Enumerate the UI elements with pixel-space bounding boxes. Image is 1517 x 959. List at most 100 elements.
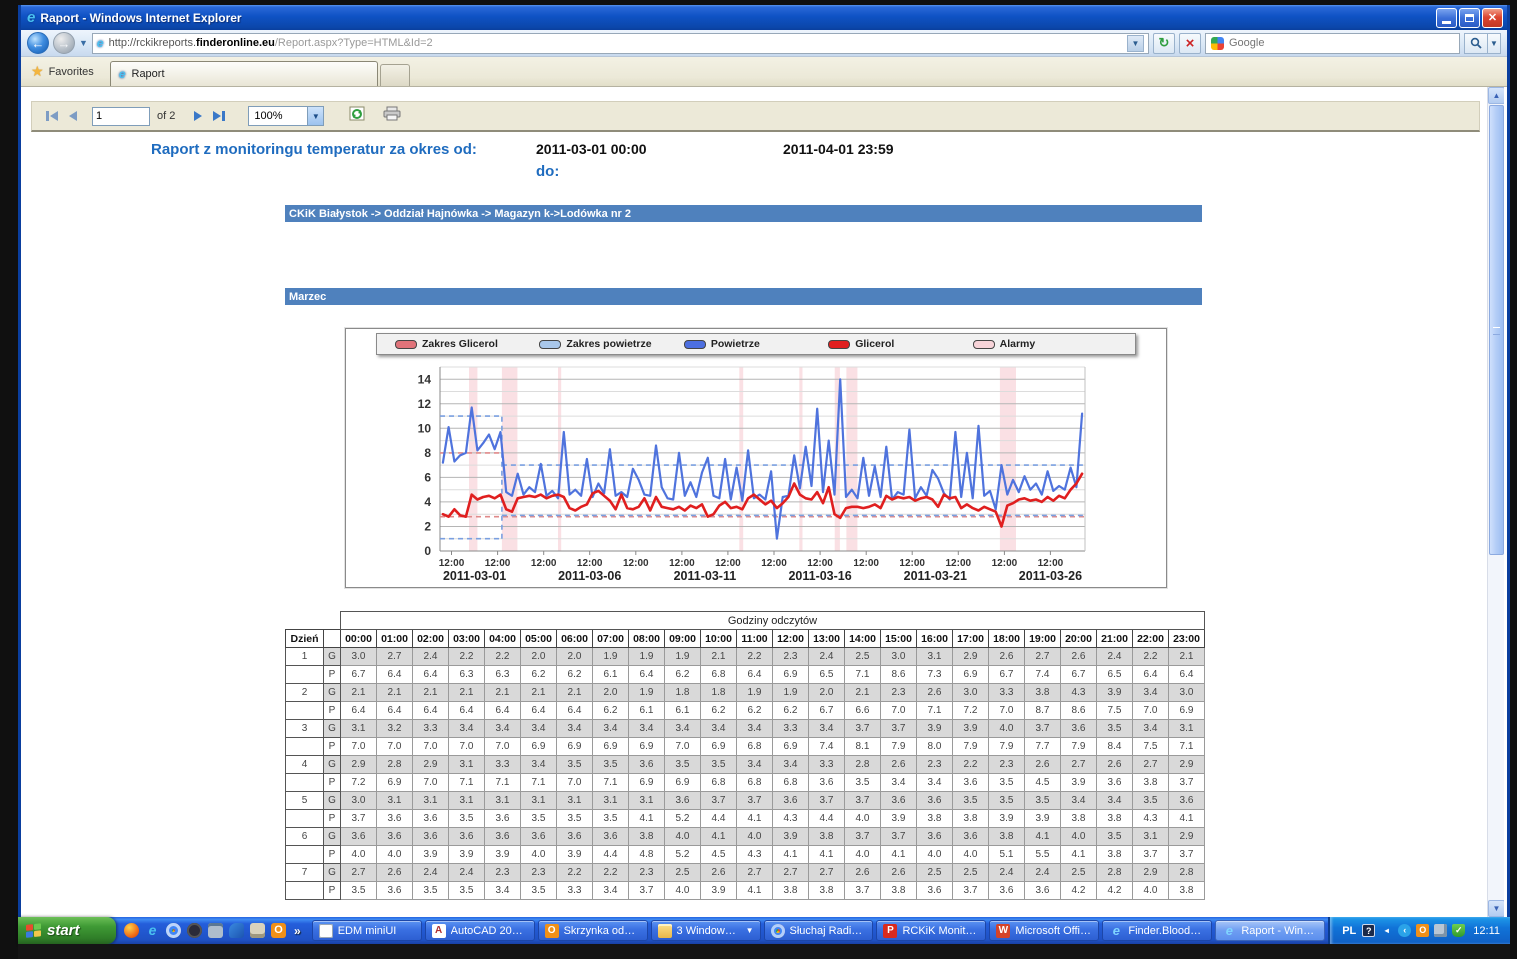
table-row-g: 7G2.72.62.42.42.32.32.22.22.32.52.62.72.… bbox=[286, 864, 1205, 882]
value-cell: 6.2 bbox=[593, 702, 629, 720]
outlook-icon[interactable]: O bbox=[271, 923, 286, 938]
tab-raport[interactable]: e Raport bbox=[110, 61, 378, 86]
scroll-up-icon[interactable]: ▲ bbox=[1488, 87, 1504, 104]
value-cell: 3.3 bbox=[485, 756, 521, 774]
close-button[interactable]: ✕ bbox=[1482, 8, 1503, 28]
value-cell: 3.6 bbox=[809, 774, 845, 792]
value-cell: 2.1 bbox=[413, 684, 449, 702]
history-chevron-icon[interactable]: ▼ bbox=[79, 38, 88, 48]
search-input[interactable] bbox=[1229, 37, 1454, 49]
taskbar-task[interactable]: PRCKiK Monitori... bbox=[876, 920, 986, 941]
title-bar[interactable]: e Raport - Windows Internet Explorer ✕ bbox=[21, 5, 1507, 30]
value-cell: 3.5 bbox=[1133, 792, 1169, 810]
page-number-input[interactable] bbox=[92, 107, 150, 126]
back-button[interactable]: ← bbox=[27, 32, 49, 54]
value-cell: 3.1 bbox=[485, 792, 521, 810]
security-shield-icon[interactable]: ✓ bbox=[1452, 924, 1465, 937]
value-cell: 3.1 bbox=[341, 720, 377, 738]
scrollbar-thumb[interactable] bbox=[1489, 105, 1504, 555]
print-button[interactable] bbox=[383, 106, 401, 126]
messenger-icon[interactable]: ‹ bbox=[1398, 924, 1411, 937]
value-cell: 3.4 bbox=[737, 720, 773, 738]
value-cell: 6.3 bbox=[449, 666, 485, 684]
value-cell: 4.1 bbox=[809, 846, 845, 864]
svg-text:2011-03-16: 2011-03-16 bbox=[788, 569, 851, 583]
hour-header: 15:00 bbox=[881, 630, 917, 648]
value-cell: 2.9 bbox=[1169, 756, 1205, 774]
quick-launch-overflow-chevron[interactable]: » bbox=[294, 924, 301, 938]
forward-button[interactable]: → bbox=[53, 32, 75, 54]
new-tab-stub[interactable] bbox=[380, 64, 410, 86]
minimize-button[interactable] bbox=[1436, 8, 1457, 28]
value-cell: 7.0 bbox=[1133, 702, 1169, 720]
taskbar-task[interactable]: WMicrosoft Offic... bbox=[989, 920, 1099, 941]
value-cell: 3.4 bbox=[449, 720, 485, 738]
value-cell: 3.8 bbox=[1097, 846, 1133, 864]
scroll-down-icon[interactable]: ▼ bbox=[1488, 900, 1504, 917]
internet-explorer-icon[interactable]: e bbox=[145, 923, 160, 938]
vertical-scrollbar[interactable]: ▲ ▼ bbox=[1487, 87, 1504, 917]
value-cell: 6.8 bbox=[701, 666, 737, 684]
value-cell: 4.1 bbox=[1061, 846, 1097, 864]
value-cell: 4.0 bbox=[845, 810, 881, 828]
hide-icons-icon[interactable]: ◂ bbox=[1380, 924, 1393, 937]
report-date-from: 2011-03-01 00:00 bbox=[536, 141, 647, 157]
value-cell: 3.4 bbox=[1061, 792, 1097, 810]
network-icon[interactable] bbox=[1434, 924, 1447, 937]
value-cell: 3.4 bbox=[1133, 720, 1169, 738]
keyboard-help-icon[interactable]: ? bbox=[1362, 924, 1375, 937]
taskbar-task[interactable]: EDM miniUI bbox=[312, 920, 422, 941]
last-page-button[interactable] bbox=[211, 109, 227, 123]
value-cell: 6.4 bbox=[485, 702, 521, 720]
taskbar-task[interactable]: Słuchaj Radio ... bbox=[764, 920, 874, 941]
outlook-icon[interactable]: O bbox=[1416, 924, 1429, 937]
hour-header: 19:00 bbox=[1025, 630, 1061, 648]
svg-text:2011-03-21: 2011-03-21 bbox=[904, 569, 967, 583]
taskbar-task[interactable]: OSkrzynka odbio... bbox=[538, 920, 648, 941]
address-dropdown-button[interactable]: ▼ bbox=[1127, 35, 1144, 52]
restore-button[interactable] bbox=[1459, 8, 1480, 28]
firefox-icon[interactable] bbox=[124, 923, 139, 938]
search-box[interactable] bbox=[1205, 33, 1460, 54]
address-input[interactable]: e http://rckikreports.finderonline.eu/Re… bbox=[92, 33, 1149, 54]
start-button[interactable]: start bbox=[18, 917, 116, 944]
value-cell: 2.2 bbox=[593, 864, 629, 882]
value-cell: 3.0 bbox=[341, 648, 377, 666]
previous-page-button[interactable] bbox=[67, 109, 79, 123]
taskbar-task[interactable]: AAutoCAD 2005... bbox=[425, 920, 535, 941]
value-cell: 3.1 bbox=[449, 792, 485, 810]
favorites-button[interactable]: ★ Favorites bbox=[25, 63, 104, 86]
value-cell: 4.0 bbox=[737, 828, 773, 846]
opera-icon[interactable] bbox=[187, 923, 202, 938]
export-button[interactable] bbox=[349, 106, 366, 127]
autocad-icon: A bbox=[432, 924, 446, 938]
windows-app-icon[interactable] bbox=[208, 923, 223, 938]
value-cell: 3.9 bbox=[1061, 774, 1097, 792]
value-cell: 3.8 bbox=[1133, 774, 1169, 792]
zoom-select[interactable]: 100% ▼ bbox=[248, 106, 324, 126]
value-cell: 6.4 bbox=[737, 666, 773, 684]
stop-button[interactable]: × bbox=[1179, 33, 1201, 54]
value-cell: 3.4 bbox=[485, 720, 521, 738]
value-cell: 3.9 bbox=[1097, 684, 1133, 702]
taskbar-task[interactable]: eRaport - Windo... bbox=[1215, 920, 1325, 941]
chrome-icon[interactable] bbox=[166, 923, 181, 938]
value-cell: 2.9 bbox=[1169, 828, 1205, 846]
pdf-icon: P bbox=[883, 924, 897, 938]
value-cell: 3.3 bbox=[809, 756, 845, 774]
value-cell: 1.9 bbox=[737, 684, 773, 702]
next-page-button[interactable] bbox=[192, 109, 204, 123]
taskbar-task[interactable]: 3 Windows E...▼ bbox=[651, 920, 761, 941]
language-indicator[interactable]: PL bbox=[1342, 925, 1356, 937]
search-options-chevron-icon[interactable]: ▼ bbox=[1488, 33, 1501, 54]
value-cell: 3.7 bbox=[341, 810, 377, 828]
media-player-icon[interactable] bbox=[229, 923, 244, 938]
refresh-button[interactable]: ↻ bbox=[1153, 33, 1175, 54]
first-page-button[interactable] bbox=[44, 109, 60, 123]
taskbar-task[interactable]: eFinder.BloodDo... bbox=[1102, 920, 1212, 941]
value-cell: 2.1 bbox=[485, 684, 521, 702]
search-icon[interactable] bbox=[1464, 33, 1488, 54]
value-cell: 3.6 bbox=[485, 810, 521, 828]
outlook-icon: O bbox=[545, 924, 559, 938]
printer-icon[interactable] bbox=[250, 923, 265, 938]
